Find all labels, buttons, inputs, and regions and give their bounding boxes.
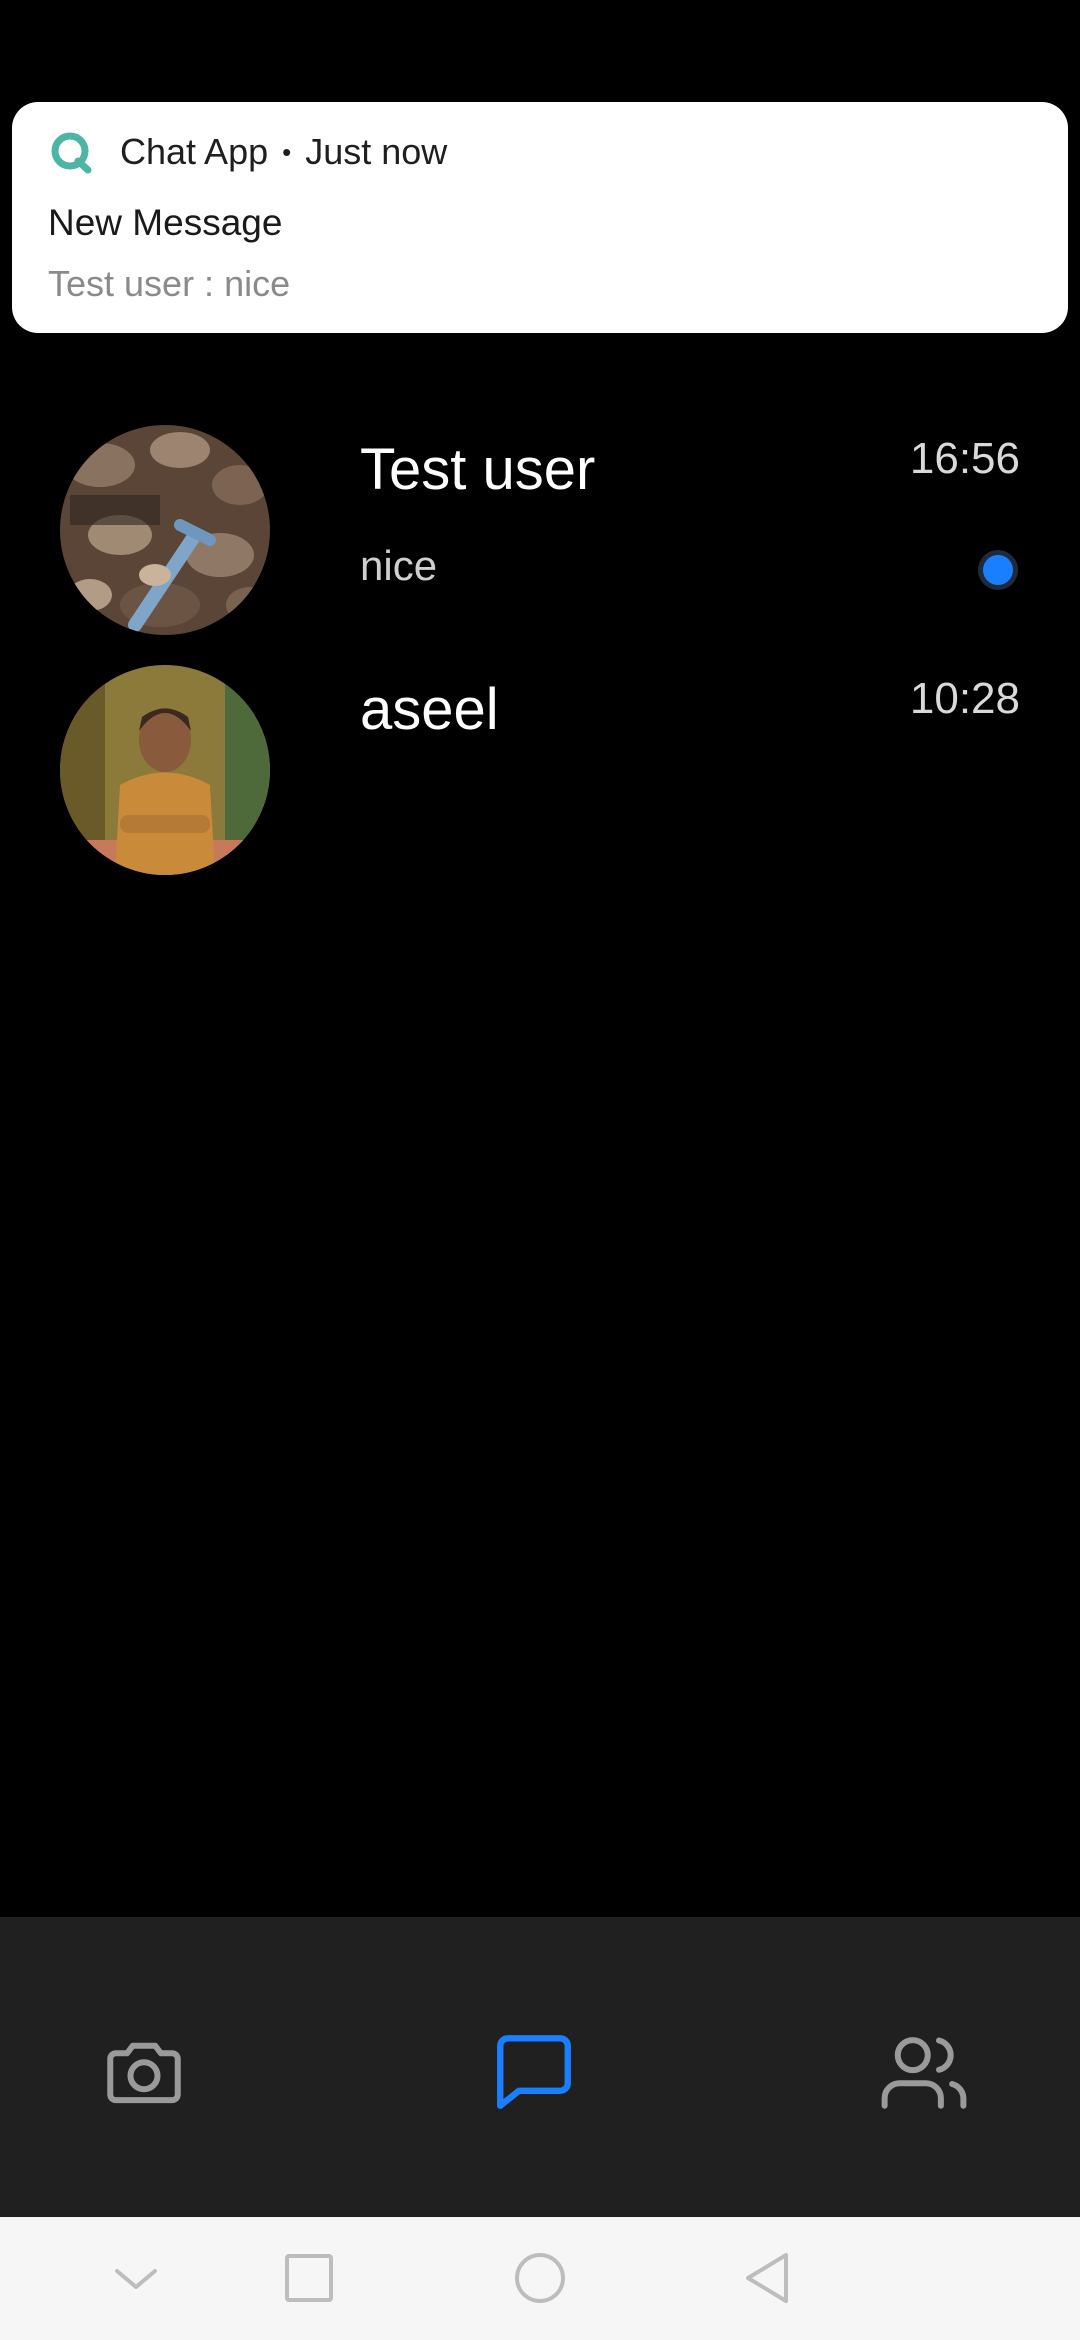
recents-square-icon[interactable] xyxy=(276,2245,342,2311)
notification-time: Just now xyxy=(305,131,448,172)
chat-name: aseel xyxy=(360,677,499,742)
chat-time: 16:56 xyxy=(909,434,1020,483)
chat-bubble-icon[interactable] xyxy=(489,2027,579,2117)
notification-app-name: Chat App xyxy=(120,131,269,172)
notification-body: Test user : nice xyxy=(48,263,291,304)
person-photo-avatar[interactable] xyxy=(60,665,270,875)
notification-title: New Message xyxy=(48,202,283,243)
bottom-nav-bar xyxy=(0,1917,1080,2217)
screen: Chat App • Just now New Message Test use… xyxy=(0,0,1080,2340)
chat-row-test-user[interactable]: Test user 16:56 nice xyxy=(0,420,1080,640)
back-triangle-icon[interactable] xyxy=(736,2245,802,2311)
unread-indicator xyxy=(978,550,1018,590)
notification-separator: • xyxy=(282,136,292,167)
chat-name: Test user xyxy=(360,437,596,502)
rocks-photo-avatar[interactable] xyxy=(60,425,270,635)
chat-row-aseel[interactable]: aseel 10:28 xyxy=(0,660,1080,880)
camera-icon[interactable] xyxy=(99,2027,189,2117)
chat-preview: nice xyxy=(360,542,438,589)
chevron-down-icon[interactable] xyxy=(103,2245,169,2311)
people-icon[interactable] xyxy=(879,2027,969,2117)
notification-header: Chat App • Just now xyxy=(120,128,447,176)
system-nav-bar xyxy=(0,2217,1080,2340)
chat-time: 10:28 xyxy=(909,674,1020,723)
home-circle-icon[interactable] xyxy=(507,2245,573,2311)
chat-app-logo-icon xyxy=(51,132,92,174)
